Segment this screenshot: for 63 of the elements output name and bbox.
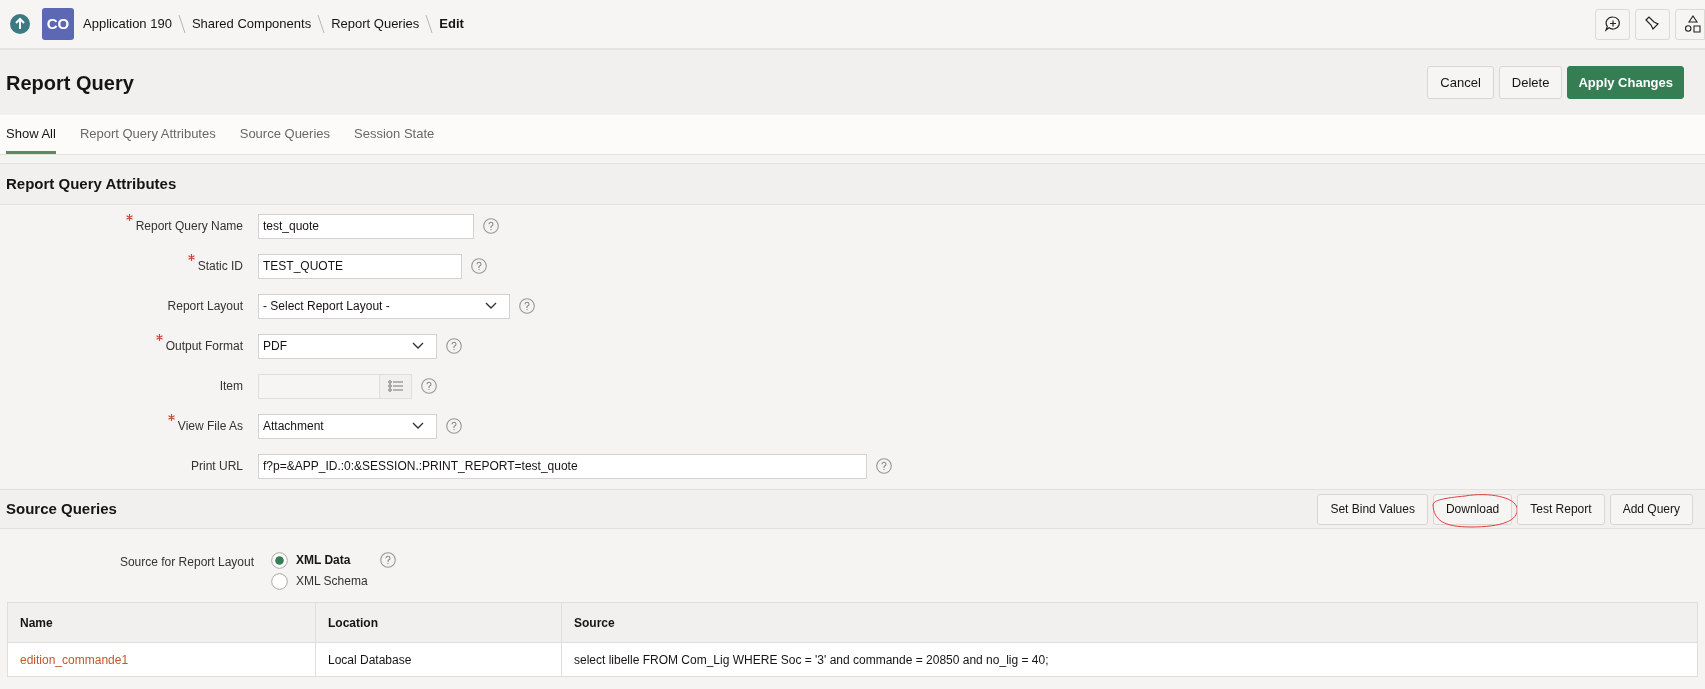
tab[interactable]: Source Queries <box>239 115 331 154</box>
column-header: Location <box>315 603 561 642</box>
field-label: Output Format <box>165 338 243 355</box>
radio-button[interactable] <box>271 572 288 590</box>
apply-button[interactable]: Apply Changes <box>1567 66 1684 99</box>
toolbar-button[interactable]: Set Bind Values <box>1317 493 1428 525</box>
header-button[interactable]: Delete <box>1498 66 1563 99</box>
breadcrumb-separator-icon <box>177 14 186 34</box>
select-field[interactable]: Attachment <box>258 413 437 439</box>
chevron-down-icon <box>412 342 424 350</box>
flashlight-button[interactable] <box>1635 8 1670 40</box>
list-icon <box>387 380 404 392</box>
help-icon[interactable] <box>421 378 437 394</box>
text-field[interactable]: test_quote <box>258 213 474 239</box>
radio-label: XML Schema <box>296 573 368 590</box>
column-header: Source <box>561 603 1697 642</box>
query-link[interactable]: edition_commande1 <box>8 643 315 676</box>
section-title: Source Queries <box>6 498 117 519</box>
tab[interactable]: Report Query Attributes <box>79 115 216 154</box>
breadcrumb-link[interactable]: Shared Components <box>191 14 312 34</box>
chevron-down-icon <box>485 302 497 310</box>
breadcrumb-separator-icon <box>317 14 326 34</box>
list-button[interactable] <box>380 373 412 399</box>
breadcrumb-separator-icon <box>425 14 434 34</box>
select-field[interactable]: - Select Report Layout - <box>258 293 510 319</box>
toolbar-button[interactable]: Test Report <box>1517 493 1605 525</box>
section-title: Report Query Attributes <box>6 173 177 194</box>
tab[interactable]: Session State <box>354 115 435 154</box>
tab[interactable]: Show All <box>6 115 56 154</box>
page-title: Report Query <box>6 70 134 96</box>
text-field[interactable]: f?p=&APP_ID.:0:&SESSION.:PRINT_REPORT=test_quote <box>258 453 867 479</box>
field-label: Static ID <box>197 258 243 275</box>
field-label: Item <box>219 378 243 395</box>
help-icon[interactable] <box>380 552 397 568</box>
chat-plus-icon <box>1603 15 1622 33</box>
help-icon[interactable] <box>446 338 462 354</box>
breadcrumb-link[interactable]: Application 190 <box>83 14 172 34</box>
text-field[interactable]: TEST_QUOTE <box>258 253 462 279</box>
shapes-button[interactable] <box>1675 8 1705 40</box>
table-cell: Local Database <box>315 643 561 676</box>
app-badge[interactable]: CO <box>42 8 74 40</box>
breadcrumb-link[interactable]: Report Queries <box>331 14 420 34</box>
help-icon[interactable] <box>446 418 462 434</box>
help-icon[interactable] <box>483 218 499 234</box>
column-header: Name <box>19 614 54 632</box>
table-cell: select libelle FROM Com_Lig WHERE Soc = '3' and commande = 20850 and no_lig = 40; <box>561 643 1697 676</box>
shapes-icon <box>1684 15 1702 33</box>
add-comment-button[interactable] <box>1595 8 1630 40</box>
field-label: Report Layout <box>167 298 243 315</box>
field-label: View File As <box>177 418 243 435</box>
select-field[interactable]: PDF <box>258 333 437 359</box>
toolbar-button[interactable]: Add Query <box>1609 493 1693 525</box>
radio-label: XML Data <box>296 552 351 569</box>
help-icon[interactable] <box>519 298 535 314</box>
help-icon[interactable] <box>471 258 487 274</box>
field-label: Print URL <box>191 458 243 475</box>
field-label: Report Query Name <box>135 218 243 235</box>
help-icon[interactable] <box>876 458 892 474</box>
header-button[interactable]: Cancel <box>1427 66 1494 99</box>
breadcrumb-current: Edit <box>439 15 464 34</box>
field-label: Source for Report Layout <box>118 554 254 571</box>
radio-button[interactable] <box>271 551 288 569</box>
chevron-down-icon <box>412 422 424 430</box>
